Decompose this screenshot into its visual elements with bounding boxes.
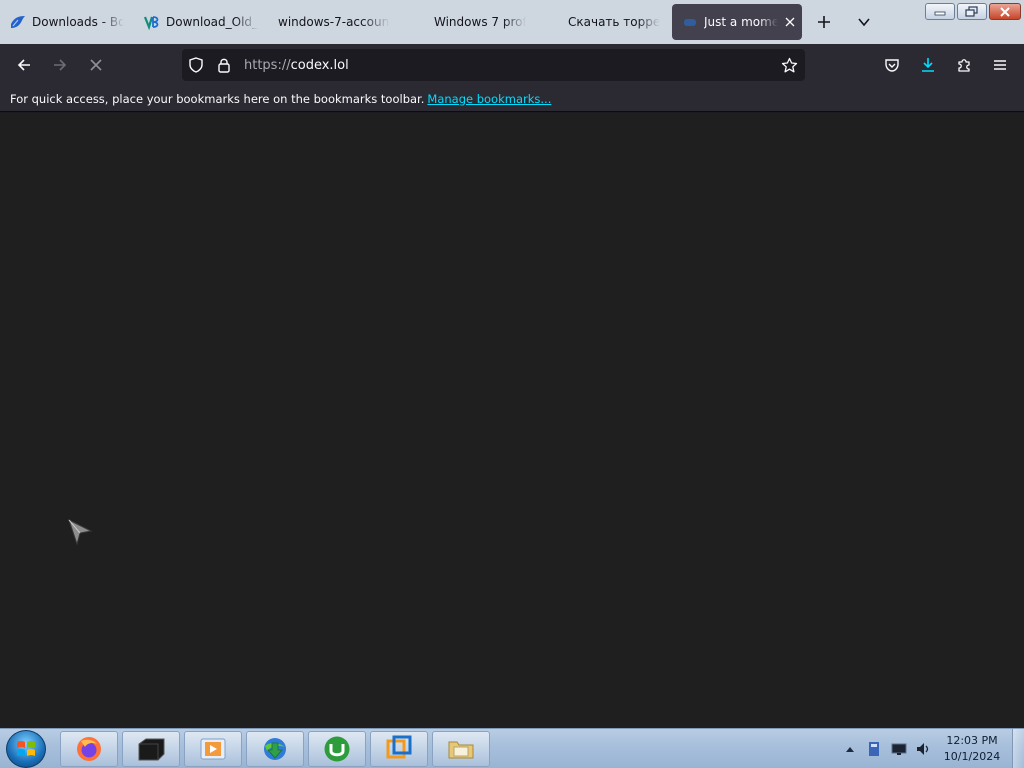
firefox-icon [77,737,101,761]
download-manager-icon [264,738,286,760]
tray-network-icon[interactable] [888,729,910,768]
windows-logo-icon [17,741,35,756]
file-explorer-icon [448,741,474,759]
extensions-button[interactable] [949,50,979,80]
minimize-icon [934,11,946,15]
show-desktop-button[interactable] [1012,729,1024,768]
bookmarks-toolbar: For quick access, place your bookmarks h… [0,86,1024,112]
taskbar-media-player[interactable] [184,731,242,767]
close-tab-icon[interactable] [782,14,798,30]
url-scheme: https:// [244,57,291,73]
virtualbox-icon [386,735,412,759]
start-button[interactable] [6,730,46,768]
tab-title: Windows 7 profe... [434,15,526,29]
tab-title: Just a moment... [704,15,778,29]
restore-icon [965,6,978,17]
terminal-icon [138,738,165,761]
taskbar-virtualbox[interactable] [370,731,428,767]
pocket-button[interactable] [877,50,907,80]
chevron-down-icon [858,18,870,27]
download-icon [922,58,934,72]
tab-title: Download_Old_B... [166,15,258,29]
tab-windows-7-account[interactable]: windows-7-account... [268,4,402,40]
taskbar-terminal[interactable] [122,731,180,767]
hamburger-menu-icon [994,60,1006,70]
lock-icon[interactable] [210,49,238,81]
url-host: codex.lol [290,57,349,73]
utorrent-icon [324,736,350,762]
list-all-tabs-button[interactable] [850,8,878,36]
tab-skachat-torrent[interactable]: Скачать торрен... [536,4,670,40]
microsoft-logo-icon [546,14,562,30]
clock-time: 12:03 PM [946,734,998,747]
stop-loading-button[interactable] [81,50,111,80]
taskbar-utorrent[interactable] [308,731,366,767]
back-button[interactable] [9,50,39,80]
tab-title: Downloads - Bo... [32,15,124,29]
media-player-icon [200,738,226,760]
tab-strip: Downloads - Bo... Download_Old_B... wind… [0,0,1024,44]
tab-just-a-moment[interactable]: Just a moment... [672,4,802,40]
arrow-left-icon [17,59,30,71]
tray-notes-icon[interactable] [864,729,884,768]
triangle-up-icon [846,747,854,752]
show-hidden-icons-button[interactable] [843,729,857,768]
bookmarks-empty-message: For quick access, place your bookmarks h… [10,91,425,106]
url-bar[interactable]: https://codex.lol [182,49,805,81]
manage-bookmarks-link[interactable]: Manage bookmarks... [427,92,551,106]
blue-bird-icon [10,14,26,30]
tab-download-old[interactable]: Download_Old_B... [134,4,268,40]
navigation-toolbar: https://codex.lol [0,44,1024,86]
page-content-area[interactable] [0,113,1024,728]
tab-title: windows-7-account... [278,15,390,29]
stop-icon [90,59,102,71]
taskbar-file-explorer[interactable] [432,731,490,767]
loading-icon [682,14,698,30]
vb-logo-icon [144,14,160,30]
mouse-cursor-icon [66,517,94,551]
restore-button[interactable] [957,3,987,20]
minimize-button[interactable] [925,3,955,20]
tab-windows-7-professional[interactable]: Windows 7 profe... [402,4,536,40]
taskbar-download-manager[interactable] [246,731,304,767]
tab-title: Скачать торрен... [568,15,660,29]
taskbar-firefox[interactable] [60,731,118,767]
clock-date: 10/1/2024 [943,750,1001,763]
new-tab-button[interactable] [810,8,838,36]
tray-volume-icon[interactable] [913,729,933,768]
downloads-button[interactable] [913,50,943,80]
tracking-protection-shield-icon[interactable] [182,49,210,81]
app-menu-button[interactable] [985,50,1015,80]
microsoft-logo-icon [412,14,428,30]
windows-taskbar: 12:03 PM 10/1/2024 [0,728,1024,768]
bookmark-star-icon[interactable] [775,49,803,81]
pocket-icon [885,59,899,72]
system-clock[interactable]: 12:03 PM 10/1/2024 [936,733,1008,765]
puzzle-icon [958,59,970,72]
close-icon [1000,6,1010,17]
plus-icon [818,16,830,28]
arrow-right-icon [54,59,67,71]
close-window-button[interactable] [989,3,1021,20]
url-text[interactable]: https://codex.lol [244,58,349,73]
forward-button[interactable] [45,50,75,80]
tab-downloads[interactable]: Downloads - Bo... [0,4,134,40]
